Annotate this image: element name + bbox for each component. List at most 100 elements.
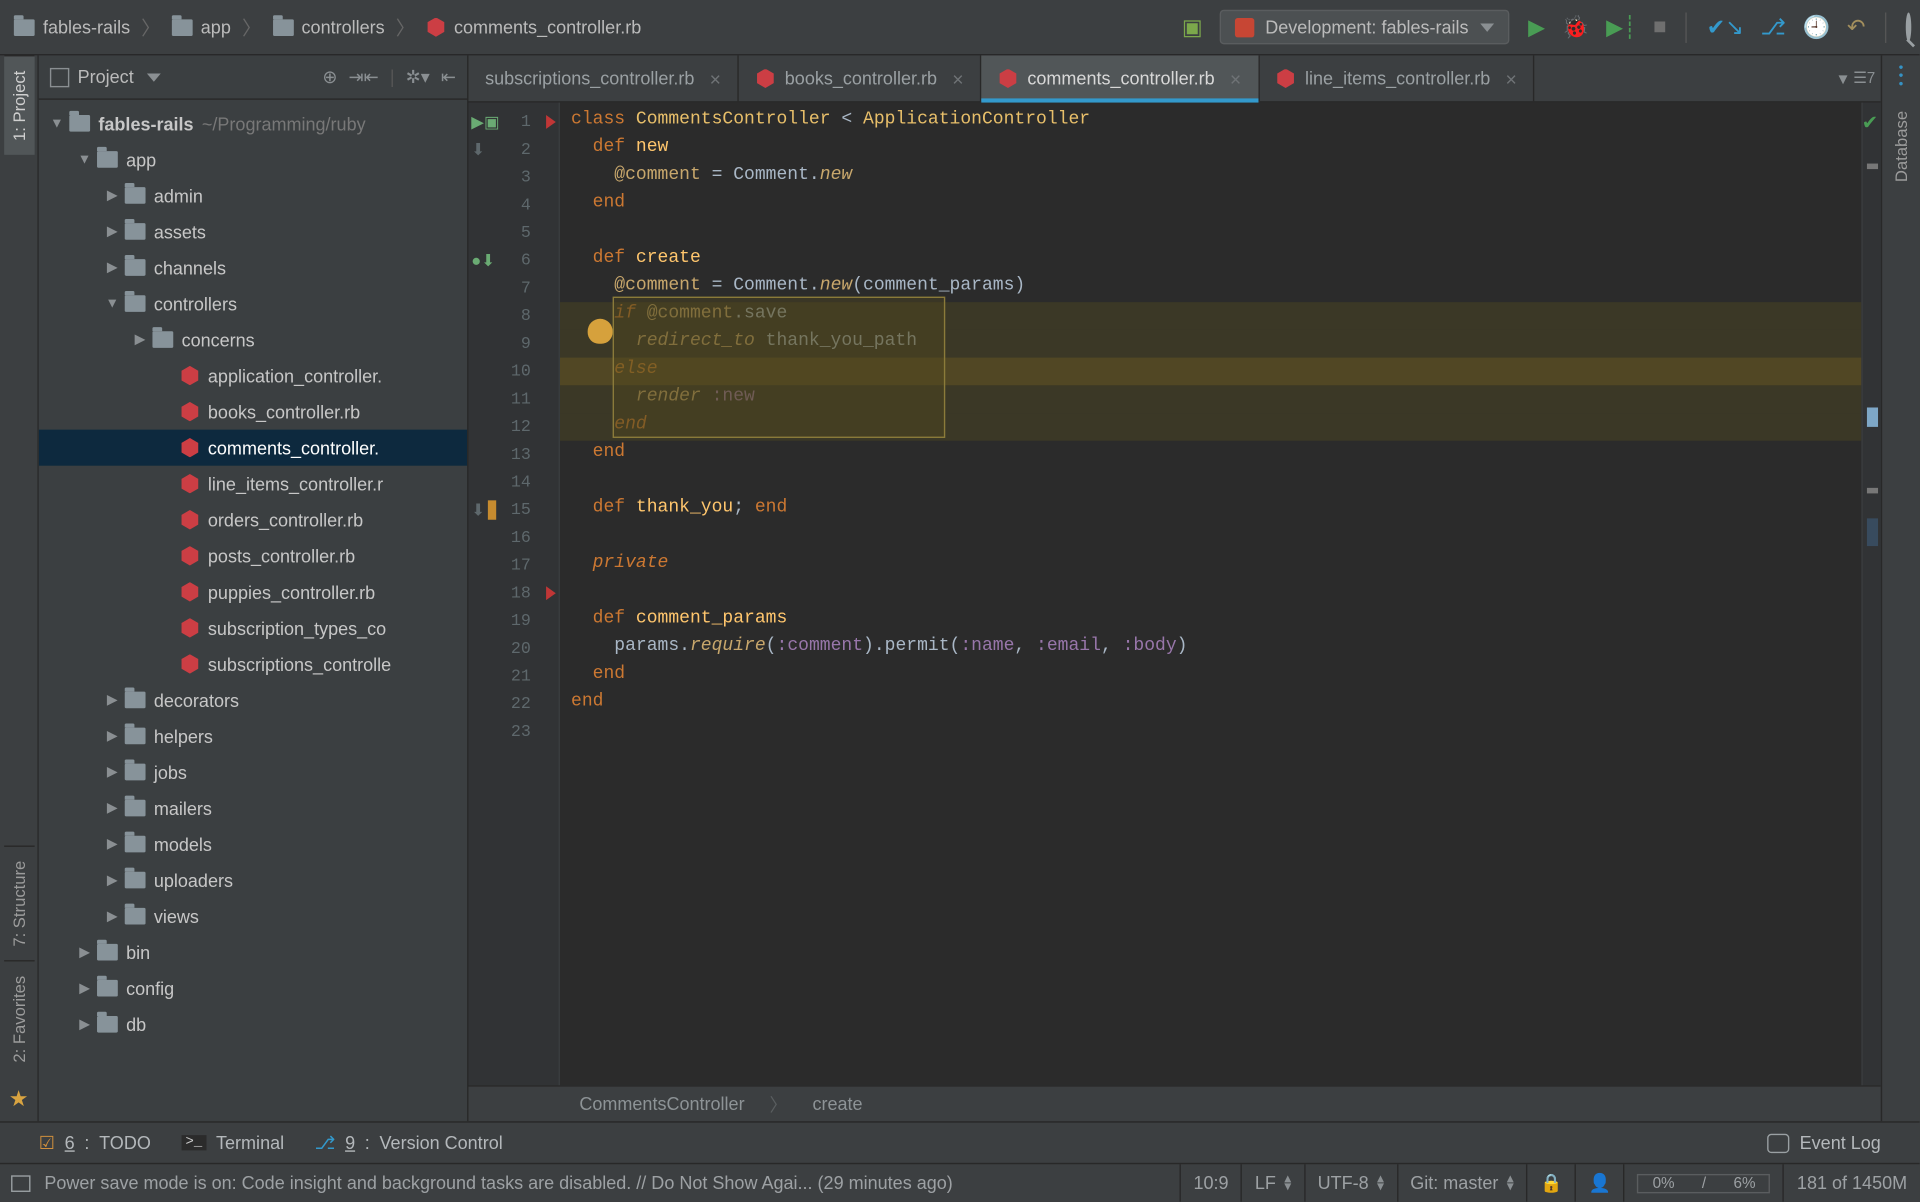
- tabs-dropdown-icon[interactable]: ▾: [1838, 67, 1847, 89]
- tree-file[interactable]: posts_controller.rb: [39, 538, 467, 574]
- override-gutter-icon[interactable]: ⬇: [471, 500, 496, 521]
- tree-node[interactable]: ▶bin: [39, 934, 467, 970]
- close-icon[interactable]: ×: [952, 67, 963, 89]
- debug-button[interactable]: 🐞: [1562, 13, 1590, 41]
- editor-tabs-actions[interactable]: ▾☰7: [1838, 55, 1880, 101]
- run-configuration-selector[interactable]: Development: fables-rails: [1220, 10, 1509, 45]
- favorites-tool-tab[interactable]: 2: Favorites: [3, 961, 33, 1077]
- error-stripe[interactable]: ✔: [1861, 103, 1880, 1086]
- tree-node[interactable]: ▶helpers: [39, 718, 467, 754]
- event-log-icon: [1768, 1133, 1790, 1152]
- separator: [1885, 12, 1886, 42]
- locate-button[interactable]: ⊕: [322, 66, 337, 88]
- hide-button[interactable]: ⇤: [441, 66, 456, 88]
- close-icon[interactable]: ×: [1506, 67, 1517, 89]
- tree-node[interactable]: ▼app: [39, 141, 467, 177]
- tree-node[interactable]: ▶config: [39, 970, 467, 1006]
- background-tasks[interactable]: 0% / 6%: [1624, 1164, 1783, 1201]
- stripe-mark[interactable]: [1867, 518, 1878, 546]
- version-control-tool-button[interactable]: ⎇9: Version Control: [315, 1132, 503, 1154]
- tree-file[interactable]: subscriptions_controlle: [39, 646, 467, 682]
- tree-file[interactable]: books_controller.rb: [39, 394, 467, 430]
- tree-file[interactable]: line_items_controller.r: [39, 466, 467, 502]
- tree-node[interactable]: ▶channels: [39, 249, 467, 285]
- editor-gutter[interactable]: ▶▣1 ⬇2 3 4 5 ●⬇6 7 8 9 10 11 12 13 14 ⬇ …: [468, 103, 559, 1086]
- cursor-position[interactable]: 10:9: [1180, 1164, 1241, 1201]
- breakpoint-marker[interactable]: [546, 586, 556, 600]
- tree-node[interactable]: ▶models: [39, 826, 467, 862]
- editor-tab[interactable]: subscriptions_controller.rb×: [468, 55, 739, 101]
- breadcrumb-item[interactable]: fables-rails: [8, 14, 135, 40]
- run-gutter-icon[interactable]: ▶▣: [471, 112, 500, 133]
- breadcrumb-item[interactable]: comments_controller.rb: [421, 14, 647, 40]
- tree-file[interactable]: application_controller.: [39, 358, 467, 394]
- project-tool-tab[interactable]: 1: Project: [3, 55, 33, 154]
- tree-node[interactable]: ▶mailers: [39, 790, 467, 826]
- progress-bar: 0% / 6%: [1638, 1173, 1771, 1192]
- tree-node[interactable]: ▶jobs: [39, 754, 467, 790]
- close-icon[interactable]: ×: [1230, 67, 1241, 89]
- breadcrumb-class[interactable]: CommentsController: [579, 1094, 744, 1115]
- git-branch-selector[interactable]: Git: master▴▾: [1396, 1164, 1526, 1201]
- project-tree[interactable]: ▼fables-rails~/Programming/ruby ▼app ▶ad…: [39, 100, 467, 1121]
- read-only-toggle[interactable]: 🔒: [1526, 1164, 1575, 1201]
- line-separator-selector[interactable]: LF▴▾: [1241, 1164, 1304, 1201]
- database-icon: ●●●: [1898, 55, 1903, 97]
- tree-node[interactable]: ▶decorators: [39, 682, 467, 718]
- database-tool-tab[interactable]: Database: [1886, 97, 1916, 196]
- tool-windows-toggle[interactable]: [11, 1175, 30, 1192]
- terminal-tool-button[interactable]: >_Terminal: [181, 1132, 284, 1153]
- search-button[interactable]: [1906, 15, 1912, 40]
- editor-tab-active[interactable]: comments_controller.rb×: [982, 55, 1260, 101]
- tree-node[interactable]: ▶views: [39, 898, 467, 934]
- update-project-button[interactable]: ✔↘: [1707, 13, 1744, 41]
- search-icon: [1906, 12, 1912, 41]
- breadcrumb-item[interactable]: controllers: [267, 14, 390, 40]
- code-editor[interactable]: class CommentsController < ApplicationCo…: [560, 103, 1861, 1086]
- collapse-button[interactable]: ⇥⇤: [349, 66, 379, 88]
- tree-file-selected[interactable]: comments_controller.: [39, 430, 467, 466]
- override-gutter-icon[interactable]: ⬇: [471, 139, 485, 160]
- tree-node[interactable]: ▼controllers: [39, 286, 467, 322]
- stop-button[interactable]: ■: [1653, 15, 1666, 40]
- editor-tab[interactable]: line_items_controller.rb×: [1259, 55, 1535, 101]
- encoding-selector[interactable]: UTF-8▴▾: [1304, 1164, 1397, 1201]
- stripe-mark[interactable]: [1867, 488, 1878, 494]
- stripe-mark[interactable]: [1867, 164, 1878, 170]
- tree-file[interactable]: subscription_types_co: [39, 610, 467, 646]
- settings-button[interactable]: ✲▾: [406, 66, 430, 88]
- tree-file[interactable]: orders_controller.rb: [39, 502, 467, 538]
- inspections-ok-icon[interactable]: ✔: [1862, 111, 1878, 135]
- tree-node[interactable]: ▶admin: [39, 177, 467, 213]
- chevron-right-icon: 〉: [141, 13, 160, 41]
- project-view-selector[interactable]: Project: [50, 67, 309, 88]
- breadcrumb-method[interactable]: create: [812, 1094, 862, 1115]
- close-icon[interactable]: ×: [710, 67, 721, 89]
- tree-node[interactable]: ▶concerns: [39, 322, 467, 358]
- breadcrumb-item[interactable]: app: [166, 14, 236, 40]
- editor-tab[interactable]: books_controller.rb×: [739, 55, 982, 101]
- status-bar: Power save mode is on: Code insight and …: [0, 1163, 1920, 1202]
- ruby-file-icon: [998, 69, 1017, 88]
- breakpoint-marker[interactable]: [546, 115, 556, 129]
- todo-tool-button[interactable]: ☑6: TODO: [39, 1132, 151, 1154]
- tree-node[interactable]: ▶uploaders: [39, 862, 467, 898]
- tree-node-project[interactable]: ▼fables-rails~/Programming/ruby: [39, 105, 467, 141]
- layout-icon[interactable]: ▣: [1182, 13, 1203, 41]
- status-message[interactable]: Power save mode is on: Code insight and …: [30, 1173, 1179, 1194]
- memory-indicator[interactable]: 181 of 1450M: [1783, 1164, 1920, 1201]
- stripe-mark[interactable]: [1867, 407, 1878, 426]
- history-button[interactable]: 🕘: [1803, 13, 1831, 41]
- tree-node[interactable]: ▶assets: [39, 213, 467, 249]
- override-gutter-icon[interactable]: ●⬇: [471, 250, 495, 271]
- tree-file[interactable]: puppies_controller.rb: [39, 574, 467, 610]
- revert-button[interactable]: ↶: [1847, 13, 1866, 41]
- run-coverage-button[interactable]: ▶┊: [1606, 13, 1636, 41]
- structure-tool-tab[interactable]: 7: Structure: [3, 846, 33, 961]
- tree-node[interactable]: ▶db: [39, 1006, 467, 1042]
- event-log-button[interactable]: Event Log: [1768, 1132, 1881, 1153]
- power-save-indicator[interactable]: 👤: [1575, 1164, 1624, 1201]
- run-button[interactable]: ▶: [1528, 13, 1545, 41]
- intention-bulb-icon[interactable]: [588, 319, 613, 344]
- vcs-button[interactable]: ⎇: [1761, 13, 1787, 41]
